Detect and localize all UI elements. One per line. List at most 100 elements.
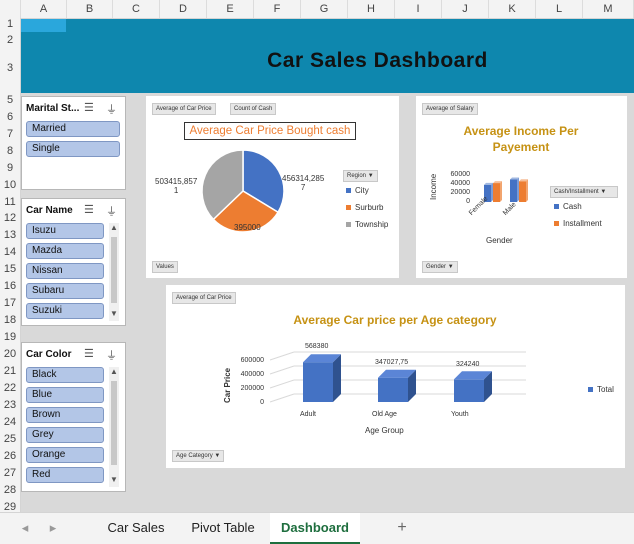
col-header[interactable]: I [395, 0, 442, 18]
multi-select-icon[interactable]: ☰ [84, 101, 94, 114]
scroll-up-icon[interactable]: ▲ [109, 367, 119, 376]
col-header[interactable]: K [489, 0, 536, 18]
col-header[interactable]: H [348, 0, 395, 18]
slicer-item[interactable]: Red [26, 467, 104, 483]
tab-pivot-table[interactable]: Pivot Table [176, 513, 270, 542]
bar [378, 377, 408, 402]
col-header[interactable]: C [113, 0, 160, 18]
row-header[interactable]: 29 [0, 501, 20, 512]
row-header[interactable]: 21 [0, 365, 20, 377]
slicer-marital-status[interactable]: Marital St... ☰ ⏚ Married Single [21, 96, 126, 190]
row-header[interactable]: 13 [0, 229, 20, 241]
slicer-car-name[interactable]: Car Name ☰ ⏚ Isuzu Mazda Nissan Subaru S… [21, 198, 126, 326]
row-header[interactable]: 15 [0, 263, 20, 275]
legend-item: Total [588, 385, 614, 394]
select-all-corner[interactable] [0, 0, 21, 18]
slicer-item[interactable]: Mazda [26, 243, 104, 259]
row-header[interactable]: 18 [0, 314, 20, 326]
slicer-title: Marital St... [26, 103, 80, 114]
pie-chart-panel[interactable]: Average of Car Price Count of Cash Avera… [146, 96, 399, 278]
tab-dashboard[interactable]: Dashboard [270, 513, 360, 544]
row-header[interactable]: 14 [0, 246, 20, 258]
slicer-item[interactable]: Single [26, 141, 120, 157]
multi-select-icon[interactable]: ☰ [84, 347, 94, 360]
row-header[interactable]: 1 [0, 18, 20, 30]
row-header[interactable]: 23 [0, 399, 20, 411]
slicer-item[interactable]: Brown [26, 407, 104, 423]
income-chart-panel[interactable]: Average of Salary Average Income Per Pay… [416, 96, 627, 278]
row-header[interactable]: 7 [0, 128, 20, 140]
col-header[interactable]: L [536, 0, 583, 18]
axis-field-button[interactable]: Gender ▼ [422, 261, 458, 273]
gridline [269, 379, 295, 389]
row-header[interactable]: 5 [0, 94, 20, 106]
next-sheet-icon[interactable]: ▸ [46, 513, 60, 542]
legend-field-button[interactable]: Cash/Installment ▼ [550, 186, 618, 198]
col-header[interactable]: A [21, 0, 67, 18]
tab-car-sales[interactable]: Car Sales [96, 513, 176, 542]
clear-filter-icon[interactable]: ⏚ [106, 101, 117, 117]
legend-field-label: Region [347, 173, 367, 179]
slicer-item[interactable]: Nissan [26, 263, 104, 279]
col-header[interactable]: J [442, 0, 489, 18]
row-header[interactable]: 25 [0, 433, 20, 445]
x-tick-label: Old Age [372, 411, 397, 418]
slicer-item[interactable]: Black [26, 367, 104, 383]
slicer-item[interactable]: Suzuki [26, 303, 104, 319]
row-header[interactable]: 12 [0, 212, 20, 224]
slicer-item[interactable]: Subaru [26, 283, 104, 299]
col-header[interactable]: F [254, 0, 301, 18]
col-header[interactable]: B [67, 0, 113, 18]
scroll-down-icon[interactable]: ▼ [109, 475, 119, 484]
legend-label: Cash [563, 202, 582, 211]
row-header[interactable]: 27 [0, 467, 20, 479]
x-axis-label: Gender [486, 236, 513, 245]
values-field-button[interactable]: Values [152, 261, 178, 273]
row-header[interactable]: 26 [0, 450, 20, 462]
multi-select-icon[interactable]: ☰ [84, 203, 94, 216]
slicer-item[interactable]: Isuzu [26, 223, 104, 239]
row-header[interactable]: 28 [0, 484, 20, 496]
row-header[interactable]: 24 [0, 416, 20, 428]
row-header[interactable]: 3 [0, 62, 20, 74]
dashboard-title: Car Sales Dashboard [267, 49, 488, 72]
add-sheet-icon[interactable]: + [392, 513, 412, 542]
axis-field-button[interactable]: Age Category ▼ [172, 450, 225, 462]
scroll-down-icon[interactable]: ▼ [109, 309, 119, 318]
col-header[interactable]: E [207, 0, 254, 18]
dropdown-arrow-icon: ▼ [600, 189, 607, 195]
col-header[interactable]: G [301, 0, 348, 18]
row-header[interactable]: 10 [0, 179, 20, 191]
slicer-car-color[interactable]: Car Color ☰ ⏚ Black Blue Brown Grey Oran… [21, 342, 126, 492]
scroll-thumb[interactable] [111, 237, 117, 303]
scroll-up-icon[interactable]: ▲ [109, 223, 119, 232]
row-header[interactable]: 19 [0, 331, 20, 343]
row-header[interactable]: 20 [0, 348, 20, 360]
row-header[interactable]: 6 [0, 111, 20, 123]
legend-field-label: Cash/Installment [554, 189, 599, 195]
row-header[interactable]: 11 [0, 196, 20, 208]
legend-field-button[interactable]: Region ▼ [343, 170, 378, 182]
slicer-item[interactable]: Blue [26, 387, 104, 403]
row-header[interactable]: 9 [0, 162, 20, 174]
slicer-item[interactable]: Grey [26, 427, 104, 443]
row-header[interactable]: 22 [0, 382, 20, 394]
selected-cell[interactable] [21, 19, 66, 32]
gridline [269, 393, 295, 403]
slicer-item[interactable]: Orange [26, 447, 104, 463]
col-header[interactable]: D [160, 0, 207, 18]
slicer-item[interactable]: Married [26, 121, 120, 137]
legend-item: Cash [554, 202, 582, 211]
scroll-thumb[interactable] [111, 381, 117, 465]
row-header[interactable]: 17 [0, 297, 20, 309]
slicer-scrollbar[interactable]: ▲ ▼ [109, 367, 119, 487]
row-header[interactable]: 2 [0, 34, 20, 46]
clear-filter-icon[interactable]: ⏚ [106, 347, 117, 363]
row-header[interactable]: 16 [0, 280, 20, 292]
prev-sheet-icon[interactable]: ◂ [18, 513, 32, 542]
row-header[interactable]: 8 [0, 145, 20, 157]
col-header[interactable]: M [583, 0, 634, 18]
clear-filter-icon[interactable]: ⏚ [106, 203, 117, 219]
slicer-scrollbar[interactable]: ▲ ▼ [109, 223, 119, 321]
age-chart-panel[interactable]: Average of Car Price Average Car price p… [166, 285, 625, 468]
